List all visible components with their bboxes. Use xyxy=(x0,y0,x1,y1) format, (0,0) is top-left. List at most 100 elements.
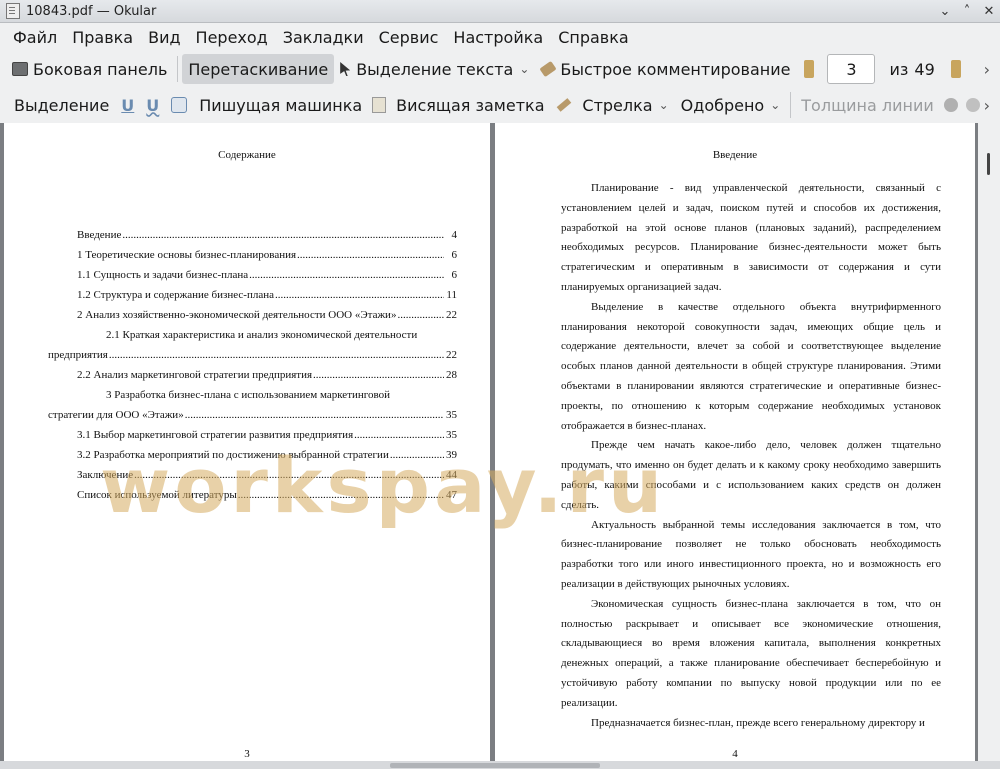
typewriter-tool-button[interactable]: Пишущая машинка xyxy=(193,90,368,120)
toc-entry-title: стратегии для ООО «Этажи» xyxy=(48,409,184,421)
toc-entry-title: 3.1 Выбор маркетинговой стратегии развит… xyxy=(77,429,354,441)
opacity-icon[interactable] xyxy=(965,98,980,112)
highlight-tool-button[interactable]: Выделение xyxy=(8,90,115,120)
popup-note-button[interactable]: Висящая заметка xyxy=(390,90,550,120)
toc-entry[interactable]: 3 Разработка бизнес-плана с использовани… xyxy=(77,385,457,405)
scrollbar-thumb[interactable] xyxy=(987,153,990,175)
toolbar-separator xyxy=(177,56,179,82)
arrow-tool-button[interactable]: Стрелка ⌄ xyxy=(576,90,674,120)
toc-entry-page: 39 xyxy=(446,449,457,461)
text-select-button[interactable]: Выделение текста ⌄ xyxy=(334,54,535,84)
pencil-icon[interactable] xyxy=(556,98,571,112)
page-heading: Содержание xyxy=(218,149,276,161)
toc-entry-title: 3 Разработка бизнес-плана с использовани… xyxy=(106,389,391,401)
maximize-button[interactable]: ˄ xyxy=(956,4,978,19)
menu-settings[interactable]: Настройка xyxy=(453,28,543,47)
toolbar-overflow-icon[interactable]: › xyxy=(984,60,990,79)
note-icon[interactable] xyxy=(372,97,387,113)
toc-leader xyxy=(122,229,444,241)
menu-go[interactable]: Переход xyxy=(196,28,268,47)
sidebar-label: Боковая панель xyxy=(33,59,168,79)
toc-entry-title: Введение xyxy=(77,229,122,241)
quick-annotations-label: Быстрое комментирование xyxy=(560,59,791,79)
toc-entry[interactable]: 3.1 Выбор маркетинговой стратегии развит… xyxy=(77,425,457,445)
squiggle-icon[interactable]: U xyxy=(146,96,159,115)
toolbar-overflow-icon[interactable]: › xyxy=(984,96,990,115)
toc-entry[interactable]: 2.1 Краткая характеристика и анализ экон… xyxy=(77,325,457,345)
next-page-icon[interactable] xyxy=(950,60,961,78)
page-heading: Введение xyxy=(712,149,758,161)
highlight-tool-label: Выделение xyxy=(14,95,110,115)
stamp-tool-button[interactable]: Одобрено ⌄ xyxy=(675,90,787,120)
document-viewer[interactable]: Содержание Введение 4 1 Теоретические осно… xyxy=(0,123,1000,761)
menu-bookmarks[interactable]: Закладки xyxy=(283,28,364,47)
sidebar-button[interactable]: Боковая панель xyxy=(6,54,173,84)
toc-entry-title: 3.2 Разработка мероприятий по достижению… xyxy=(77,449,389,461)
toc-entry[interactable]: 2 Анализ хозяйственно-экономической деят… xyxy=(77,305,457,325)
underline-icon[interactable]: U xyxy=(121,96,134,115)
toc-entry[interactable]: Заключение 44 xyxy=(77,465,457,485)
close-button[interactable]: ✕ xyxy=(978,4,1000,19)
page-3: Содержание Введение 4 1 Теоретические осно… xyxy=(4,123,490,761)
toc-leader xyxy=(313,369,444,381)
quick-annotations-button[interactable]: Быстрое комментирование xyxy=(535,54,796,84)
toc-entry-page: 11 xyxy=(446,289,457,301)
browse-tool-label: Перетаскивание xyxy=(188,59,329,79)
vertical-scrollbar[interactable] xyxy=(978,123,1000,761)
page-body: Планирование - вид управленческой деятел… xyxy=(561,179,941,733)
color-icon[interactable] xyxy=(943,98,958,112)
line-width-button[interactable]: Толщина линии xyxy=(795,90,940,120)
toc-leader xyxy=(185,409,444,421)
popup-note-label: Висящая заметка xyxy=(396,95,545,115)
toc-entry[interactable]: 2.2 Анализ маркетинговой стратегии предп… xyxy=(77,365,457,385)
document-app-icon xyxy=(6,3,20,19)
main-toolbar: Боковая панель Перетаскивание Выделение … xyxy=(0,51,1000,87)
menu-bar: Файл Правка Вид Переход Закладки Сервис … xyxy=(0,23,1000,51)
toc-entry-title: 1.2 Структура и содержание бизнес-плана xyxy=(77,289,274,301)
toc-entry[interactable]: стратегии для ООО «Этажи» 35 xyxy=(48,405,457,425)
toc-entry-page: 6 xyxy=(451,249,458,261)
paragraph: Планирование - вид управленческой деятел… xyxy=(561,182,941,293)
minimize-button[interactable]: ⌄ xyxy=(934,4,956,19)
menu-tools[interactable]: Сервис xyxy=(379,28,439,47)
strikeout-icon[interactable] xyxy=(171,97,188,113)
toolbar-separator xyxy=(790,92,792,118)
page-current: 3 xyxy=(846,59,857,79)
menu-file[interactable]: Файл xyxy=(13,28,57,47)
page-number-input[interactable]: 3 xyxy=(827,54,876,84)
horizontal-scrollbar[interactable] xyxy=(0,761,1000,769)
toc-leader xyxy=(238,489,444,501)
previous-page-icon[interactable] xyxy=(804,60,815,78)
arrow-tool-label: Стрелка xyxy=(582,95,653,115)
toc-entry-page: 35 xyxy=(446,429,457,441)
browse-tool-button[interactable]: Перетаскивание xyxy=(182,54,335,84)
chevron-down-icon[interactable]: ⌄ xyxy=(659,98,669,112)
toc-entry-title: 1 Теоретические основы бизнес-планирован… xyxy=(77,249,297,261)
page-total: 49 xyxy=(914,59,935,79)
text-cursor-icon xyxy=(340,62,351,76)
page-of-label: из xyxy=(889,59,909,79)
toc-entry[interactable]: предприятия 22 xyxy=(48,345,457,365)
scrollbar-thumb[interactable] xyxy=(390,763,600,768)
toc-leader xyxy=(109,349,444,361)
toc-entry[interactable]: Список используемой литературы 47 xyxy=(77,485,457,505)
page-number: 3 xyxy=(244,748,250,760)
chevron-down-icon[interactable]: ⌄ xyxy=(519,62,529,76)
toc-entry-page: 22 xyxy=(446,309,457,321)
menu-edit[interactable]: Правка xyxy=(72,28,133,47)
toc-entry[interactable]: 1.2 Структура и содержание бизнес-плана 1… xyxy=(77,285,457,305)
paragraph: Актуальность выбранной темы исследования… xyxy=(561,518,941,590)
chevron-down-icon[interactable]: ⌄ xyxy=(770,98,780,112)
page-4: Введение Планирование - вид управленческ… xyxy=(495,123,975,761)
pen-icon xyxy=(539,60,557,78)
toc-entry[interactable]: 1 Теоретические основы бизнес-планирован… xyxy=(77,245,457,265)
toc-entry-page: 22 xyxy=(446,349,457,361)
menu-view[interactable]: Вид xyxy=(148,28,180,47)
toc-entry[interactable]: 1.1 Сущность и задачи бизнес-плана 6 xyxy=(77,265,457,285)
toc-entry-title: 2.2 Анализ маркетинговой стратегии предп… xyxy=(77,369,313,381)
window-titlebar: 10843.pdf — Okular ⌄ ˄ ✕ xyxy=(0,0,1000,23)
typewriter-tool-label: Пишущая машинка xyxy=(199,95,363,115)
toc-entry[interactable]: Введение 4 xyxy=(77,225,457,245)
menu-help[interactable]: Справка xyxy=(558,28,629,47)
toc-entry[interactable]: 3.2 Разработка мероприятий по достижению… xyxy=(77,445,457,465)
